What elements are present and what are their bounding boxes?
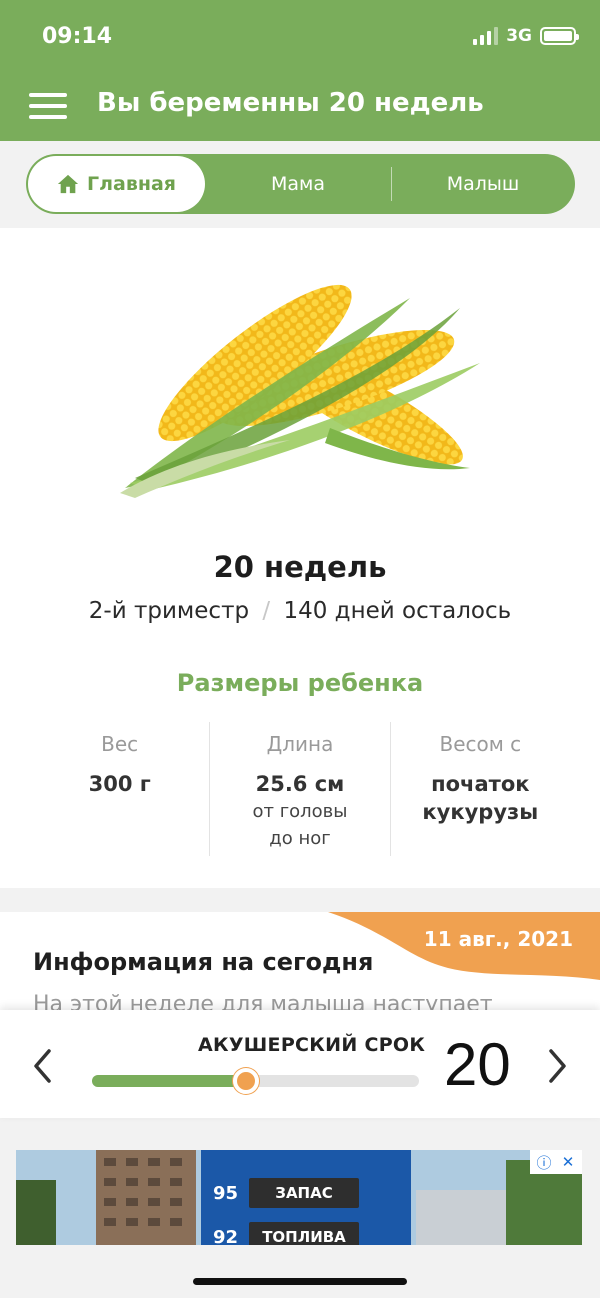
menu-icon[interactable]	[29, 93, 67, 119]
ad-banner[interactable]: 95 ЗАПАС 92 ТОПЛИВА ⓘ ✕	[16, 1150, 582, 1245]
slider-fill	[92, 1075, 246, 1087]
tab-home-label: Главная	[86, 173, 177, 195]
home-icon	[57, 174, 79, 194]
bottom-area	[0, 1245, 600, 1298]
battery-icon	[540, 27, 579, 45]
chevron-right-icon[interactable]	[548, 1048, 568, 1084]
network-type: 3G	[506, 26, 532, 46]
tab-baby-label: Малыш	[446, 173, 520, 195]
tab-home[interactable]: Главная	[28, 156, 205, 212]
baby-metrics: Вес 300 г Длина 25.6 см от головы до ног…	[30, 722, 570, 856]
corn-illustration	[120, 284, 480, 498]
ad-row-2: 92 ТОПЛИВА	[213, 1222, 359, 1245]
status-indicators: 3G	[473, 26, 579, 46]
days-left-text: 140 дней осталось	[283, 598, 512, 624]
ad-text-2: ТОПЛИВА	[249, 1222, 359, 1245]
separator: /	[262, 598, 271, 624]
ad-price-1: 95	[213, 1182, 239, 1204]
selector-label: АКУШЕРСКИЙ СРОК	[198, 1034, 426, 1056]
week-slider[interactable]	[92, 1068, 419, 1094]
info-icon[interactable]: ⓘ	[534, 1152, 554, 1172]
slider-thumb[interactable]	[232, 1068, 259, 1094]
ad-row-1: 95 ЗАПАС	[213, 1178, 359, 1208]
close-icon[interactable]: ✕	[558, 1152, 578, 1172]
status-time: 09:14	[42, 24, 113, 49]
metric-compare-label: Весом с	[439, 732, 522, 756]
metric-length-value: 25.6 см	[255, 772, 345, 796]
app-header: 09:14 3G Вы беременны 20 недель	[0, 0, 600, 141]
week-title: 20 недель	[213, 550, 387, 584]
ad-price-2: 92	[213, 1226, 239, 1246]
metric-length-sub1: от головы	[252, 801, 348, 822]
trimester-text: 2-й триместр	[88, 598, 250, 624]
metric-compare: Весом с початок кукурузы	[389, 722, 570, 856]
tabs-container: Главная Мама Малыш	[0, 141, 600, 227]
metric-weight-value: 300 г	[88, 772, 151, 796]
trimester-line: 2-й триместр / 140 дней осталось	[0, 598, 600, 624]
ad-text-1: ЗАПАС	[249, 1178, 359, 1208]
week-selector: АКУШЕРСКИЙ СРОК 20	[0, 1010, 600, 1118]
metric-weight: Вес 300 г	[30, 722, 209, 856]
tab-baby[interactable]: Малыш	[392, 156, 574, 212]
info-preview: На этой неделе для малыша наступает	[33, 992, 493, 1012]
info-date: 11 авг., 2021	[423, 927, 573, 951]
week-number: 20	[444, 1031, 511, 1098]
tab-mom-label: Мама	[270, 173, 325, 195]
ad-controls: ⓘ ✕	[530, 1150, 582, 1174]
baby-sizes-heading: Размеры ребенка	[176, 669, 424, 697]
signal-icon	[473, 27, 499, 45]
tab-mom[interactable]: Мама	[205, 156, 391, 212]
metric-length: Длина 25.6 см от головы до ног	[209, 722, 389, 856]
chevron-left-icon[interactable]	[32, 1048, 52, 1084]
metric-weight-label: Вес	[101, 732, 139, 756]
segmented-tabs: Главная Мама Малыш	[26, 154, 575, 214]
ad-price-board: 95 ЗАПАС 92 ТОПЛИВА	[201, 1150, 411, 1245]
today-info-card[interactable]: 11 авг., 2021 Информация на сегодня На э…	[0, 912, 600, 1012]
metric-compare-value-line2: кукурузы	[422, 800, 539, 824]
info-title: Информация на сегодня	[33, 948, 374, 976]
week-summary-card: 20 недель 2-й триместр / 140 дней остало…	[0, 228, 600, 888]
metric-compare-value-line1: початок	[431, 772, 530, 796]
metric-length-sub2: до ног	[269, 828, 331, 849]
metric-compare-value: початок кукурузы	[391, 770, 570, 826]
home-indicator	[193, 1278, 407, 1285]
metric-length-label: Длина	[266, 732, 334, 756]
page-title: Вы беременны 20 недель	[97, 88, 484, 118]
